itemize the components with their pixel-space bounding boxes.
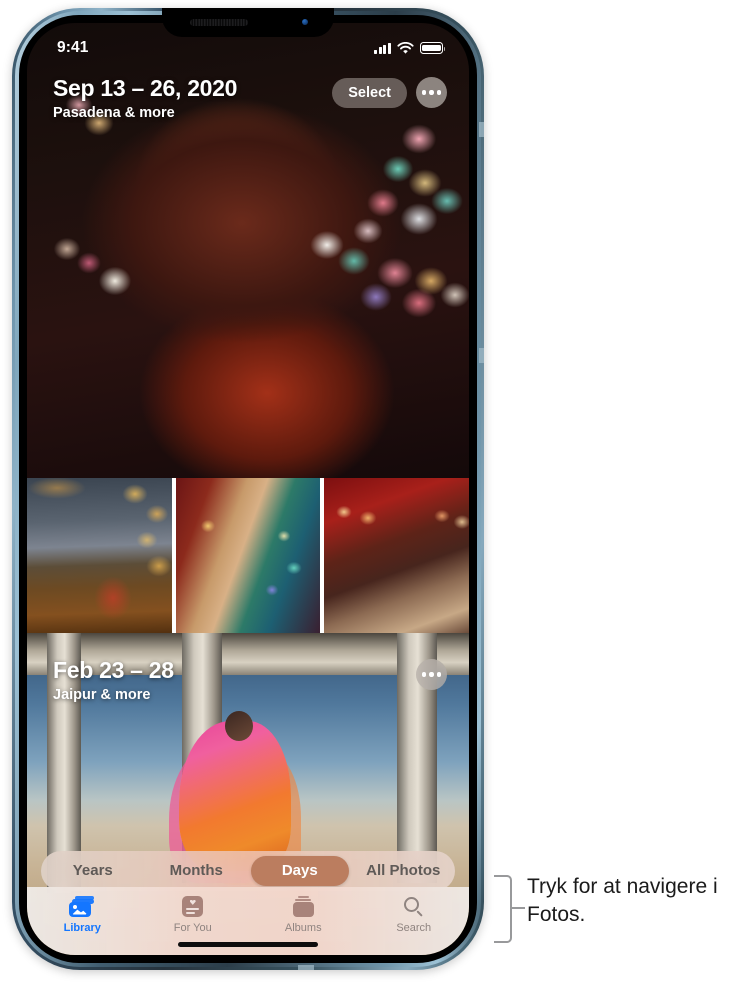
segment-days[interactable]: Days (251, 856, 349, 886)
timeline-segmented-control[interactable]: Years Months Days All Photos (41, 851, 455, 891)
photos-app: Sep 13 – 26, 2020 Pasadena & more Select (27, 23, 469, 955)
thumbnail-1[interactable] (27, 478, 172, 633)
day-section-1-title: Sep 13 – 26, 2020 (53, 75, 238, 101)
segment-all-photos[interactable]: All Photos (355, 856, 453, 886)
device-notch (162, 8, 334, 37)
day-section-1[interactable]: Sep 13 – 26, 2020 Pasadena & more Select (27, 23, 469, 478)
photo-library-icon (68, 894, 96, 919)
ellipsis-icon[interactable] (416, 659, 447, 690)
day-section-1-subtitle: Pasadena & more (53, 105, 175, 122)
thumbnail-3[interactable] (324, 478, 469, 633)
antenna-line-right-lower (479, 348, 484, 363)
select-button[interactable]: Select (332, 77, 407, 108)
albums-stack-icon (292, 894, 315, 919)
callout-leader-line (512, 907, 525, 909)
for-you-card-icon (182, 894, 204, 919)
magnifier-icon (403, 894, 425, 919)
antenna-line-bottom (298, 965, 314, 970)
antenna-line-right-upper (479, 122, 484, 137)
tab-search[interactable]: Search (359, 894, 470, 955)
day-section-1-header: Sep 13 – 26, 2020 Pasadena & more (53, 75, 237, 121)
thumbnail-2[interactable] (175, 478, 321, 633)
segment-years[interactable]: Years (44, 856, 142, 886)
home-indicator[interactable] (178, 942, 318, 947)
tab-for-you-label: For You (173, 922, 212, 934)
ellipsis-icon[interactable] (416, 77, 447, 108)
speaker-grille (190, 19, 248, 26)
day-section-2-header: Feb 23 – 28 Jaipur & more (53, 657, 174, 703)
device-screen: Sep 13 – 26, 2020 Pasadena & more Select (27, 23, 469, 955)
day-section-2-subtitle: Jaipur & more (53, 687, 151, 704)
tab-library[interactable]: Library (27, 894, 138, 955)
iphone-device-frame: Sep 13 – 26, 2020 Pasadena & more Select (12, 8, 484, 970)
tab-albums-label: Albums (284, 922, 322, 934)
callout-text: Tryk for at navigere i Fotos. (527, 875, 718, 926)
dancer-head (225, 711, 253, 741)
front-camera (299, 16, 312, 29)
segment-months[interactable]: Months (148, 856, 246, 886)
callout-bracket (494, 875, 512, 943)
day-section-2-title: Feb 23 – 28 (53, 657, 174, 683)
tab-search-label: Search (396, 922, 432, 934)
day-section-2-actions (416, 659, 447, 690)
dancer-figure (179, 721, 291, 871)
tab-library-label: Library (63, 922, 101, 934)
day-section-1-actions: Select (332, 77, 447, 108)
thumbnail-strip (27, 478, 469, 633)
